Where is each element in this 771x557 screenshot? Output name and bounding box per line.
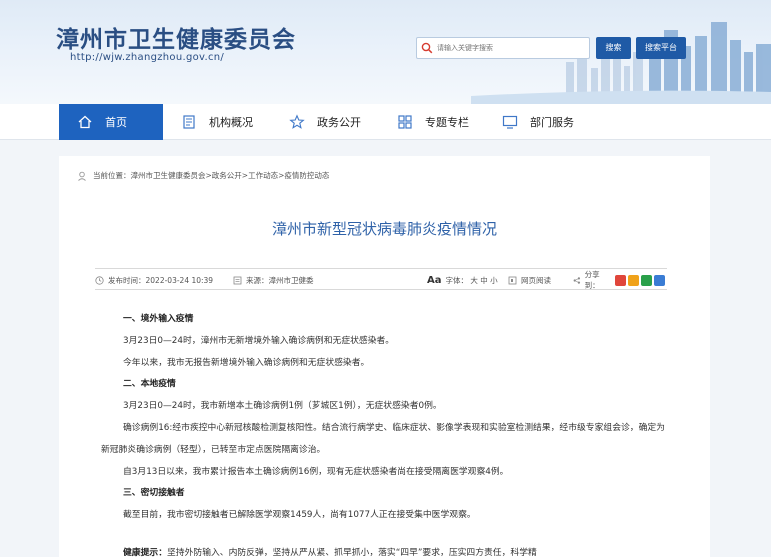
nav-item-public[interactable]: 政务公开 xyxy=(289,104,361,140)
search-button[interactable]: 搜索 xyxy=(596,37,631,59)
health-tip-label: 健康提示： xyxy=(123,547,167,557)
nav-item-about[interactable]: 机构概况 xyxy=(181,104,253,140)
article-body: 一、境外输入疫情 3月23日0—24时，漳州市无新增境外输入确诊病例和无症状感染… xyxy=(101,309,671,557)
web-reader[interactable]: 网页阅读 xyxy=(508,269,551,291)
speaker-icon xyxy=(508,276,517,284)
paragraph: 3月23日0—24时，漳州市无新增境外输入确诊病例和无症状感染者。 xyxy=(123,335,395,346)
share-wechat-icon[interactable] xyxy=(641,274,652,286)
paragraph: 3月23日0—24时，我市新增本土确诊病例1例（芗城区1例），无症状感染者0例。 xyxy=(123,401,442,412)
paragraph: 截至目前，我市密切接触者已解除医学观察1459人，尚有1077人正在接受集中医学… xyxy=(123,510,476,521)
web-reader-text[interactable]: 网页阅读 xyxy=(521,275,551,286)
breadcrumb-text[interactable]: 当前位置：漳州市卫生健康委员会>政务公开>工作动态>疫情防控动态 xyxy=(93,170,329,181)
location-pin-icon xyxy=(78,171,86,181)
star-icon xyxy=(289,114,305,129)
share-icon xyxy=(573,276,581,284)
search-icon xyxy=(421,42,433,54)
site-title: 漳州市卫生健康委员会 xyxy=(56,27,296,53)
paragraph: 今年以来，我市无报告新增境外输入确诊病例和无症状感染者。 xyxy=(123,357,370,368)
share: 分享到： xyxy=(573,269,667,291)
nav-item-label: 首页 xyxy=(105,116,127,129)
document-icon xyxy=(183,115,195,129)
search-input[interactable] xyxy=(437,44,587,52)
article-meta-bar: 发布时间：2022-03-24 10:39 来源：漳州市卫健委 Aa 字体： 大… xyxy=(95,268,667,290)
grid-icon xyxy=(398,115,412,129)
home-icon xyxy=(78,115,92,129)
nav-item-label: 专题专栏 xyxy=(425,116,469,129)
source-text: 来源：漳州市卫健委 xyxy=(246,275,314,285)
search-box[interactable] xyxy=(416,37,590,59)
share-qzone-icon[interactable] xyxy=(628,274,639,286)
share-buttons xyxy=(615,274,667,286)
nav-item-label: 机构概况 xyxy=(209,116,253,129)
section-heading: 二、本地疫情 xyxy=(123,379,176,390)
health-tip-text: 坚持外防输入、内防反弹，坚持从严从紧、抓早抓小，落实“四早”要求，压实四方责任，… xyxy=(167,547,537,557)
nav-item-home[interactable]: 首页 xyxy=(59,104,163,140)
site-url[interactable]: http://wjw.zhangzhou.gov.cn/ xyxy=(70,52,224,63)
breadcrumb: 当前位置：漳州市卫生健康委员会>政务公开>工作动态>疫情防控动态 xyxy=(77,170,329,181)
nav-item-label: 政务公开 xyxy=(317,116,361,129)
paragraph: 确诊病例16:经市疾控中心新冠核酸检测复核阳性。结合流行病学史、临床症状、影像学… xyxy=(101,422,665,455)
health-tip: 健康提示：坚持外防输入、内防反弹，坚持从严从紧、抓早抓小，落实“四早”要求，压实… xyxy=(101,543,671,557)
section-heading: 一、境外输入疫情 xyxy=(123,314,194,324)
search-platform-button[interactable]: 搜索平台 xyxy=(636,37,686,59)
nav-item-services[interactable]: 部门服务 xyxy=(502,104,574,140)
clock-icon xyxy=(95,275,104,285)
section-heading: 三、密切接触者 xyxy=(123,488,185,499)
font-size-icon: Aa xyxy=(427,274,442,286)
publish-time-text: 发布时间：2022-03-24 10:39 xyxy=(108,275,214,285)
publish-time: 发布时间：2022-03-24 10:39 xyxy=(95,269,213,291)
font-size-control[interactable]: Aa 字体： 大 中 小 xyxy=(427,269,498,291)
main-nav: 首页 机构概况 政务公开 专题专栏 部门服务 xyxy=(0,104,771,140)
site-header: 漳州市卫生健康委员会 http://wjw.zhangzhou.gov.cn/ … xyxy=(0,0,771,104)
article-title: 漳州市新型冠状病毒肺炎疫情情况 xyxy=(271,220,497,238)
monitor-icon xyxy=(502,115,518,129)
article-card: 当前位置：漳州市卫生健康委员会>政务公开>工作动态>疫情防控动态 漳州市新型冠状… xyxy=(59,156,710,557)
nav-item-topics[interactable]: 专题专栏 xyxy=(397,104,469,140)
font-size-text[interactable]: 字体： 大 中 小 xyxy=(446,275,498,286)
source: 来源：漳州市卫健委 xyxy=(233,269,314,291)
share-qq-icon[interactable] xyxy=(654,274,665,286)
nav-item-label: 部门服务 xyxy=(530,116,574,129)
share-text: 分享到： xyxy=(584,270,600,290)
paragraph: 自3月13日以来，我市累计报告本土确诊病例16例，现有无症状感染者尚在接受隔离医… xyxy=(123,466,509,477)
share-weibo-icon[interactable] xyxy=(615,274,626,286)
source-icon xyxy=(233,276,242,284)
